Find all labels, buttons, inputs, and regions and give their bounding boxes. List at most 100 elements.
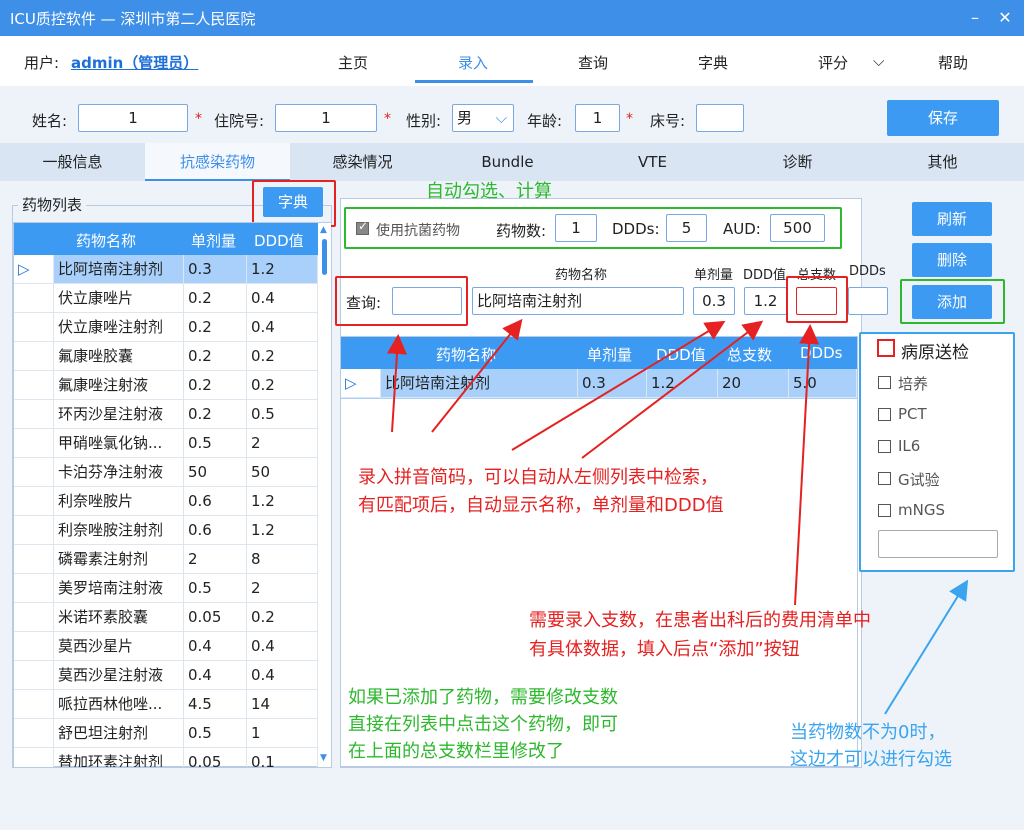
save-button[interactable]: 保存 [887, 100, 999, 136]
column-header[interactable]: 单剂量 [587, 344, 632, 365]
column-header[interactable]: 药物名称 [436, 344, 496, 365]
minimize-icon[interactable]: – [963, 6, 987, 30]
bed-input[interactable] [696, 104, 744, 132]
use-antibiotics-checkbox[interactable]: ✓ [356, 219, 369, 235]
row-indicator [14, 603, 54, 632]
user-link[interactable]: admin（管理员） [71, 52, 198, 73]
table-cell: 0.6 [184, 487, 247, 516]
g-test-checkbox[interactable] [878, 472, 891, 485]
pathogen-checkbox[interactable] [877, 339, 895, 357]
table-cell: 卡泊芬净注射液 [54, 458, 184, 487]
refresh-button[interactable]: 刷新 [912, 202, 992, 236]
annotation-total-hint: 需要录入支数，在患者出科后的费用清单中 [529, 610, 871, 631]
annotation-pathogen-hint: 这边才可以进行勾选 [790, 749, 952, 770]
row-indicator [14, 574, 54, 603]
drug-name-field[interactable]: 比阿培南注射剂 [472, 287, 684, 315]
table-cell: 1.2 [247, 487, 318, 516]
name-label: 姓名: [32, 112, 68, 130]
column-header[interactable]: DDDs [800, 344, 842, 362]
il6-label: IL6 [898, 437, 921, 455]
table-row[interactable]: 哌拉西林他唑... 4.5 14 [14, 690, 318, 719]
gender-value: 男 [457, 109, 473, 127]
menu-entry[interactable]: 录入 [458, 52, 488, 73]
dose-field[interactable]: 0.3 [693, 287, 735, 315]
table-cell: 0.1 [247, 748, 318, 767]
table-row[interactable]: 米诺环素胶囊 0.05 0.2 [14, 603, 318, 632]
add-button[interactable]: 添加 [912, 285, 992, 319]
gender-label: 性别: [406, 112, 442, 130]
total-count-input[interactable] [796, 287, 837, 315]
tab-general[interactable]: 一般信息 [0, 143, 145, 181]
menu-score[interactable]: 评分 [818, 52, 848, 73]
age-input[interactable]: 1 [575, 104, 620, 132]
delete-button[interactable]: 删除 [912, 243, 992, 277]
menu-query[interactable]: 查询 [578, 52, 608, 73]
pct-checkbox[interactable] [878, 408, 891, 421]
table-row[interactable]: 替加环素注射剂 0.05 0.1 [14, 748, 318, 767]
tab-antibiotics[interactable]: 抗感染药物 [145, 143, 290, 181]
table-row[interactable]: 利奈唑胺注射剂 0.6 1.2 [14, 516, 318, 545]
culture-checkbox[interactable] [878, 376, 891, 389]
chevron-down-icon[interactable]: ⌵ [873, 52, 884, 70]
scroll-up-icon[interactable]: ▲ [320, 225, 327, 235]
scrollbar-thumb[interactable] [322, 239, 327, 275]
row-indicator [14, 719, 54, 748]
scroll-down-icon[interactable]: ▼ [320, 753, 327, 763]
table-cell: 哌拉西林他唑... [54, 690, 184, 719]
table-row[interactable]: 莫西沙星片 0.4 0.4 [14, 632, 318, 661]
table-row[interactable]: 氟康唑胶囊 0.2 0.2 [14, 342, 318, 371]
table-cell: 0.3 [578, 369, 647, 398]
drug-count-label: 药物数: [496, 222, 547, 240]
table-cell: 0.5 [184, 429, 247, 458]
table-cell: 5.0 [789, 369, 857, 398]
tab-vte[interactable]: VTE [580, 143, 725, 181]
table-row[interactable]: 卡泊芬净注射液 50 50 [14, 458, 318, 487]
drug-list-title: 药物列表 [18, 194, 87, 215]
menu-home[interactable]: 主页 [338, 52, 368, 73]
table-row[interactable]: ▷ 比阿培南注射剂 0.3 1.2 [14, 255, 318, 284]
culture-label: 培养 [898, 375, 929, 393]
tab-infection[interactable]: 感染情况 [290, 143, 435, 181]
table-row[interactable]: ▷ 比阿培南注射剂 0.3 1.2 20 5.0 [341, 369, 857, 399]
column-header[interactable]: 药物名称 [76, 230, 136, 251]
menu-dictionary[interactable]: 字典 [698, 52, 728, 73]
table-row[interactable]: 磷霉素注射剂 2 8 [14, 545, 318, 574]
table-cell: 0.4 [184, 661, 247, 690]
table-row[interactable]: 舒巴坦注射剂 0.5 1 [14, 719, 318, 748]
table-cell: 0.5 [247, 400, 318, 429]
table-row[interactable]: 环丙沙星注射液 0.2 0.5 [14, 400, 318, 429]
query-input[interactable] [392, 287, 462, 315]
tab-bundle[interactable]: Bundle [435, 143, 580, 181]
table-row[interactable]: 伏立康唑片 0.2 0.4 [14, 284, 318, 313]
column-header[interactable]: DDD值 [656, 344, 706, 365]
table-cell: 50 [184, 458, 247, 487]
tab-diagnosis[interactable]: 诊断 [725, 143, 870, 181]
table-row[interactable]: 伏立康唑注射剂 0.2 0.4 [14, 313, 318, 342]
row-indicator [14, 313, 54, 342]
ddds-label: DDDs: [612, 220, 660, 238]
column-header[interactable]: 总支数 [727, 344, 772, 365]
close-icon[interactable]: ✕ [993, 6, 1017, 30]
gender-select[interactable]: 男 ⌵ [452, 104, 514, 132]
table-row[interactable]: 美罗培南注射液 0.5 2 [14, 574, 318, 603]
name-input[interactable]: 1 [78, 104, 188, 132]
table-row[interactable]: 氟康唑注射液 0.2 0.2 [14, 371, 318, 400]
query-label: 查询: [346, 294, 382, 312]
table-cell: 0.2 [184, 342, 247, 371]
menu-help[interactable]: 帮助 [938, 52, 968, 73]
mngs-checkbox[interactable] [878, 504, 891, 517]
tab-other[interactable]: 其他 [870, 143, 1015, 181]
ddd-field[interactable]: 1.2 [744, 287, 787, 315]
table-row[interactable]: 利奈唑胺片 0.6 1.2 [14, 487, 318, 516]
column-header[interactable]: DDD值 [254, 230, 304, 251]
title-bar: ICU质控软件 — 深圳市第二人民医院 – ✕ [0, 0, 1024, 36]
scrollbar[interactable]: ▲ ▼ [318, 223, 331, 767]
pathogen-other-input[interactable] [878, 530, 998, 558]
table-row[interactable]: 莫西沙星注射液 0.4 0.4 [14, 661, 318, 690]
table-cell: 1.2 [247, 255, 318, 284]
row-indicator: ▷ [341, 369, 381, 398]
table-row[interactable]: 甲硝唑氯化钠... 0.5 2 [14, 429, 318, 458]
il6-checkbox[interactable] [878, 440, 891, 453]
column-header[interactable]: 单剂量 [191, 230, 236, 251]
admission-input[interactable]: 1 [275, 104, 377, 132]
